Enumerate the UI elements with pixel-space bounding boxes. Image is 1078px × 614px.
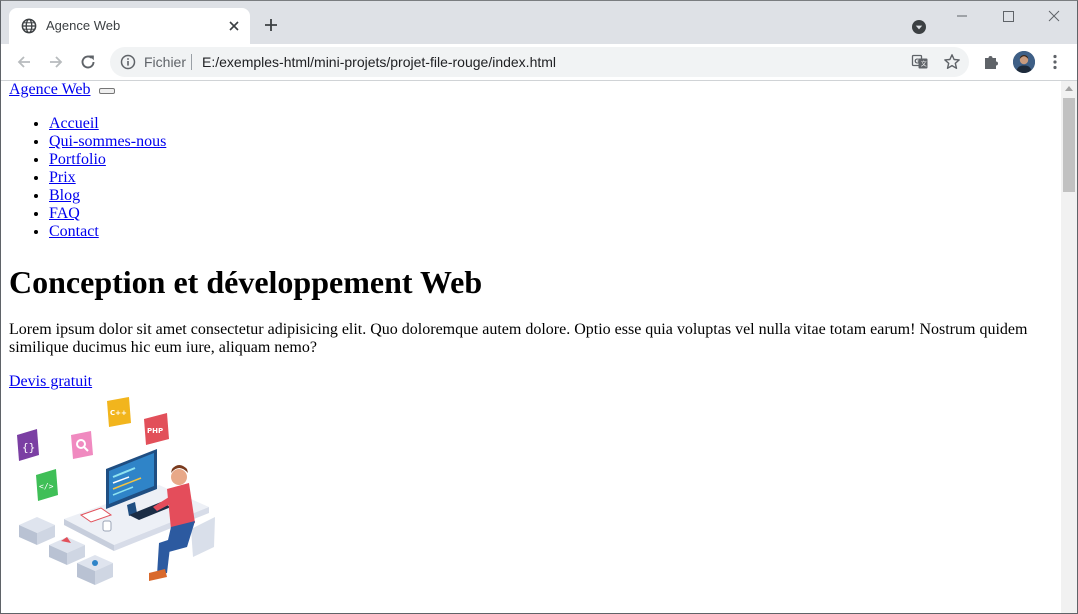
nav-item-prix: Prix bbox=[49, 169, 166, 187]
svg-text:PHP: PHP bbox=[147, 427, 163, 435]
tab-agence-web[interactable]: Agence Web bbox=[9, 8, 250, 44]
web-developer-illustration: {} </> C++ PHP bbox=[17, 397, 215, 585]
info-icon[interactable] bbox=[120, 54, 136, 70]
url-text[interactable]: E:/exemples-html/mini-projets/projet-fil… bbox=[202, 54, 556, 70]
nav-item-blog: Blog bbox=[49, 187, 166, 205]
devis-gratuit-link[interactable]: Devis gratuit bbox=[9, 373, 92, 391]
vertical-scrollbar[interactable] bbox=[1061, 81, 1077, 613]
nav-link-faq[interactable]: FAQ bbox=[49, 205, 80, 222]
translate-icon[interactable]: G 文 bbox=[911, 53, 929, 71]
search-tile bbox=[71, 431, 93, 459]
page-viewport: Agence Web Accueil Qui-sommes-nous Portf… bbox=[1, 81, 1061, 613]
navbar: Agence Web bbox=[9, 81, 115, 99]
nav-item-contact: Contact bbox=[49, 223, 166, 241]
nav-item-accueil: Accueil bbox=[49, 115, 166, 133]
minimize-icon[interactable] bbox=[939, 1, 985, 31]
php-tile: PHP bbox=[144, 413, 169, 445]
tab-strip: Agence Web bbox=[1, 1, 1077, 44]
hero-paragraph: Lorem ipsum dolor sit amet consectetur a… bbox=[9, 321, 1028, 356]
profile-avatar[interactable] bbox=[1013, 51, 1035, 73]
svg-text:C++: C++ bbox=[110, 409, 127, 417]
nav-link-accueil[interactable]: Accueil bbox=[49, 115, 99, 132]
navbar-toggler-button[interactable] bbox=[98, 88, 115, 95]
maximize-icon[interactable] bbox=[985, 1, 1031, 31]
scheme-label: Fichier bbox=[144, 54, 187, 70]
browser-window: Agence Web Fichier E:/exemples-html/mini… bbox=[0, 0, 1078, 614]
star-icon[interactable] bbox=[943, 53, 961, 71]
extensions-puzzle-icon[interactable] bbox=[982, 53, 1000, 71]
cpp-tile: C++ bbox=[107, 397, 131, 427]
kebab-menu-icon[interactable] bbox=[1046, 53, 1064, 71]
plus-icon[interactable] bbox=[263, 17, 279, 33]
brand-link[interactable]: Agence Web bbox=[9, 81, 91, 98]
nav-item-portfolio: Portfolio bbox=[49, 151, 166, 169]
svg-text:文: 文 bbox=[921, 60, 927, 68]
scroll-up-arrow-icon[interactable] bbox=[1065, 86, 1073, 91]
tab-title: Agence Web bbox=[46, 18, 121, 33]
nav-link-qui-sommes-nous[interactable]: Qui-sommes-nous bbox=[49, 133, 166, 150]
code-braces-tile: {} bbox=[17, 429, 39, 461]
svg-text:</>: </> bbox=[39, 482, 54, 491]
browser-toolbar: Fichier E:/exemples-html/mini-projets/pr… bbox=[1, 44, 1077, 81]
nav-link-portfolio[interactable]: Portfolio bbox=[49, 151, 106, 168]
back-arrow-icon[interactable] bbox=[14, 52, 34, 72]
user-avatar-icon bbox=[1013, 51, 1035, 73]
nav-menu: Accueil Qui-sommes-nous Portfolio Prix B… bbox=[9, 115, 166, 241]
tab-search-icon[interactable] bbox=[911, 19, 927, 35]
nav-link-blog[interactable]: Blog bbox=[49, 187, 80, 204]
svg-text:G: G bbox=[914, 58, 920, 66]
html-tag-tile: </> bbox=[36, 469, 58, 501]
close-icon[interactable] bbox=[226, 18, 242, 34]
hero-title: Conception et développement Web bbox=[9, 264, 483, 300]
scrollbar-thumb[interactable] bbox=[1063, 98, 1075, 192]
svg-text:{}: {} bbox=[22, 441, 35, 454]
forward-arrow-icon[interactable] bbox=[46, 52, 66, 72]
address-separator bbox=[191, 54, 192, 70]
window-close-icon[interactable] bbox=[1031, 1, 1077, 31]
address-bar[interactable]: Fichier E:/exemples-html/mini-projets/pr… bbox=[110, 47, 969, 77]
reload-icon[interactable] bbox=[78, 52, 98, 72]
nav-link-contact[interactable]: Contact bbox=[49, 223, 99, 240]
nav-link-prix[interactable]: Prix bbox=[49, 169, 76, 186]
nav-item-faq: FAQ bbox=[49, 205, 166, 223]
nav-item-qui-sommes-nous: Qui-sommes-nous bbox=[49, 133, 166, 151]
globe-icon bbox=[21, 18, 37, 34]
